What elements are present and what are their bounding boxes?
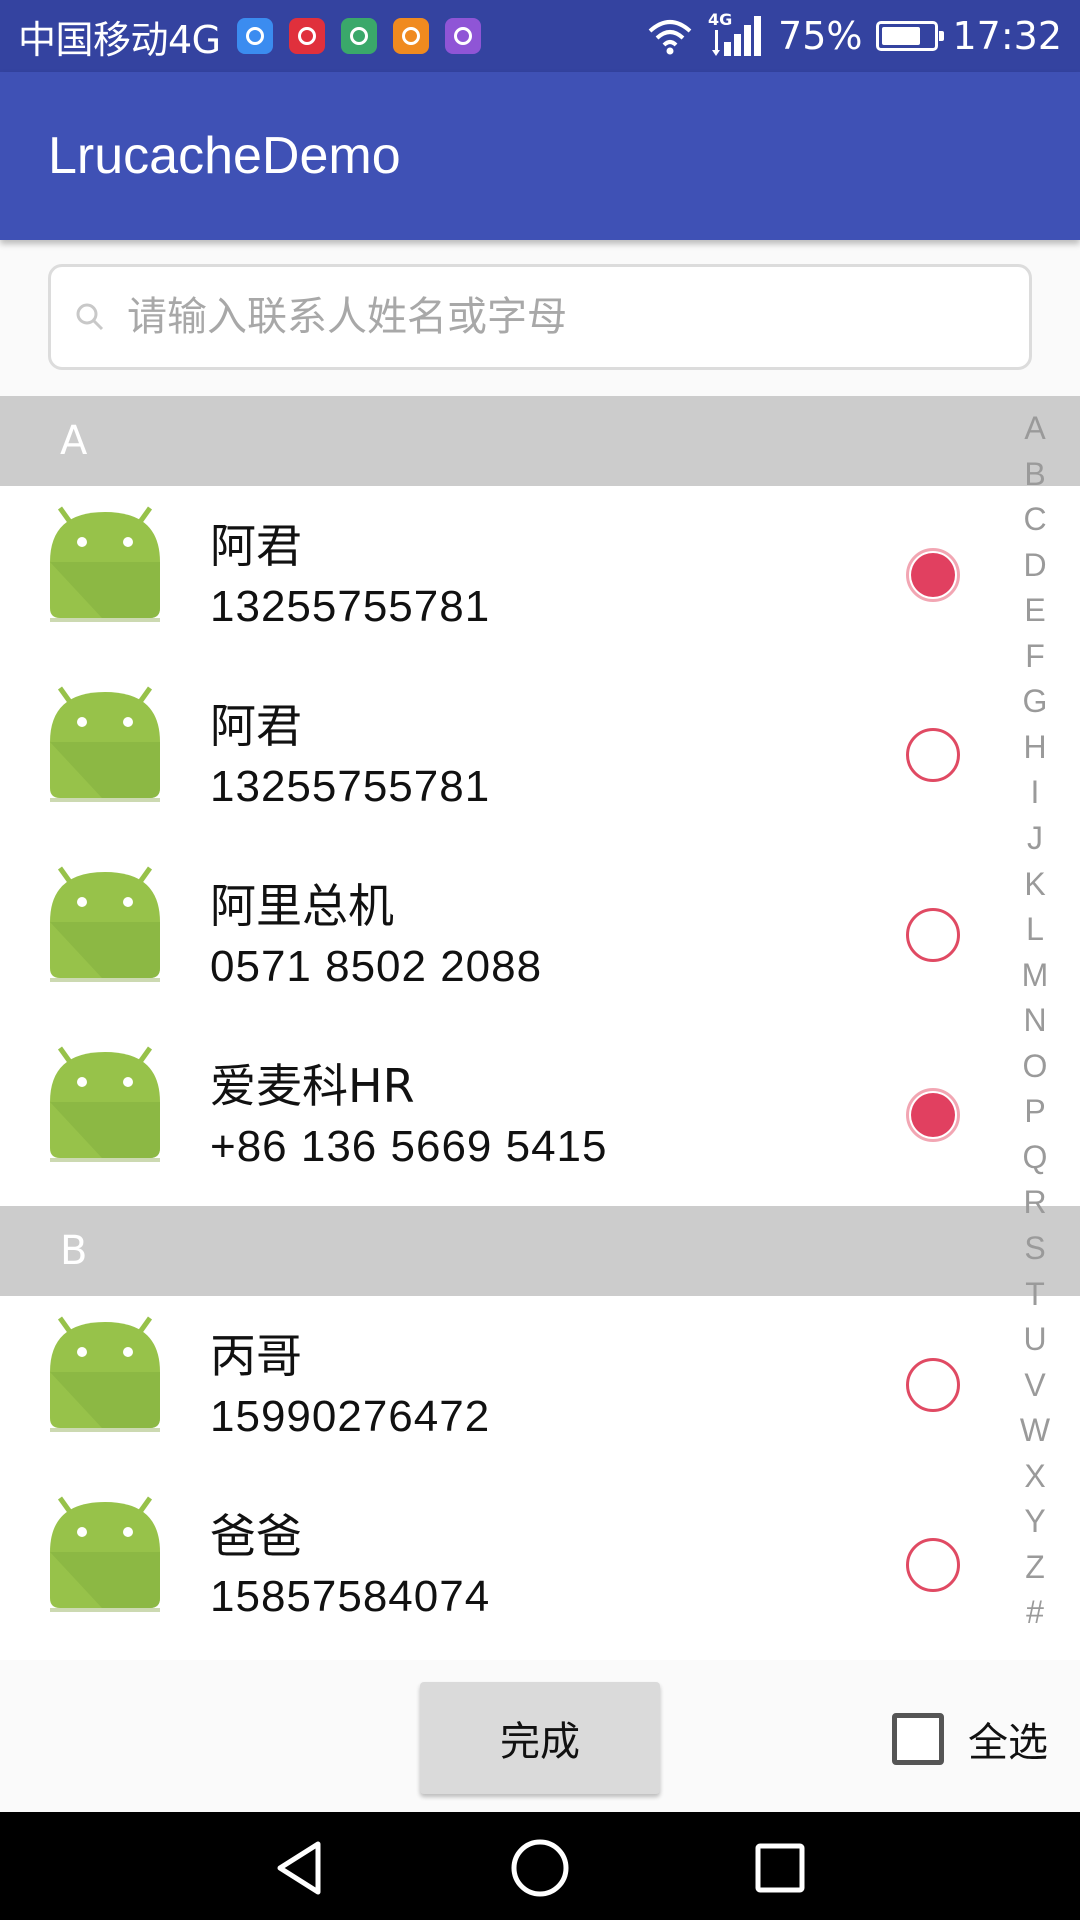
wifi-icon [648,20,692,55]
index-letter[interactable]: T [1010,1276,1060,1313]
contact-name: 丙哥 [210,1329,302,1383]
select-all-checkbox[interactable] [892,1713,944,1765]
radio-selected-dot [911,553,955,597]
index-letter[interactable]: M [1010,957,1060,994]
orange-app-icon-glyph [401,27,420,45]
shopping-bag-icon [340,18,377,54]
index-letter[interactable]: C [1010,501,1060,538]
index-letter[interactable]: D [1010,547,1060,584]
android-avatar-icon [50,686,160,802]
index-letter[interactable]: B [1010,456,1060,493]
index-letter[interactable]: A [1010,410,1060,447]
battery-percent: 75% [778,14,863,58]
contact-name: 阿君 [210,699,302,753]
index-letter[interactable]: X [1010,1458,1060,1495]
contact-select-radio[interactable] [906,1358,960,1412]
index-letter[interactable]: G [1010,683,1060,720]
status-indicators: 4G 75% 17:32 [646,10,1062,58]
alphabet-index-bar[interactable]: A B C D E F G H I J K L M N O P Q R S T U V W X Y Z # [1010,410,1060,1640]
contact-phone: 13255755781 [210,582,491,631]
index-letter[interactable]: O [1010,1048,1060,1085]
browser-icon-glyph [245,27,264,45]
signal-icon: 4G [708,10,764,58]
index-letter[interactable]: R [1010,1184,1060,1221]
orange-app-icon [392,18,429,54]
shopping-bag-icon-glyph [349,27,368,45]
index-letter[interactable]: E [1010,592,1060,629]
contact-phone: 13255755781 [210,762,491,811]
status-bar: 中国移动4G 4G 75% 17:32 [0,0,1080,72]
back-icon[interactable] [270,1838,330,1898]
browser-icon [236,18,273,54]
index-letter[interactable]: L [1010,911,1060,948]
contact-name: 爱麦科HR [210,1059,415,1113]
contact-select-radio[interactable] [906,1538,960,1592]
carrier-label: 中国移动4G [18,17,221,62]
search-box[interactable] [48,264,1032,370]
select-all-label: 全选 [968,1720,1048,1766]
contact-row[interactable]: 阿君 13255755781 [0,486,1080,666]
section-header-a: A [0,396,1080,486]
index-letter[interactable]: # [1010,1594,1060,1631]
contact-row[interactable]: 爱麦科HR +86 136 5669 5415 [0,1026,1080,1206]
contact-phone: +86 136 5669 5415 [210,1122,608,1171]
gallery-icon-glyph [453,27,472,45]
index-letter[interactable]: F [1010,638,1060,675]
contact-name: 爸爸 [210,1509,302,1563]
home-icon[interactable] [510,1838,570,1898]
contact-name: 阿君 [210,519,302,573]
index-letter[interactable]: Q [1010,1139,1060,1176]
contact-phone: 15990276472 [210,1392,491,1441]
done-button[interactable]: 完成 [420,1682,660,1794]
contact-select-radio[interactable] [906,908,960,962]
clock: 17:32 [952,14,1062,58]
contact-select-radio[interactable] [906,1088,960,1142]
index-letter[interactable]: I [1010,774,1060,811]
contact-name: 阿里总机 [210,879,394,933]
contact-row[interactable]: 阿里总机 0571 8502 2088 [0,846,1080,1026]
index-letter[interactable]: S [1010,1230,1060,1267]
index-letter[interactable]: N [1010,1002,1060,1039]
select-all-toggle[interactable]: 全选 [892,1710,1048,1768]
network-type-label: 4G [708,10,733,29]
contact-select-radio[interactable] [906,728,960,782]
contact-select-radio[interactable] [906,548,960,602]
index-letter[interactable]: W [1010,1412,1060,1449]
section-header-b: B [0,1206,1080,1296]
navigation-bar [0,1812,1080,1920]
index-letter[interactable]: U [1010,1321,1060,1358]
index-letter[interactable]: J [1010,820,1060,857]
contact-phone: 0571 8502 2088 [210,942,543,991]
index-letter[interactable]: V [1010,1367,1060,1404]
bottom-action-bar: 完成 全选 [0,1660,1080,1812]
battery-level [882,27,920,45]
contact-phone: 15857584074 [210,1572,491,1621]
index-letter[interactable]: Y [1010,1503,1060,1540]
search-input[interactable] [125,293,1029,341]
netease-music-icon-glyph [297,27,316,45]
index-letter[interactable]: Z [1010,1549,1060,1586]
android-avatar-icon [50,1046,160,1162]
index-letter[interactable]: P [1010,1093,1060,1130]
contact-row[interactable]: 丙哥 15990276472 [0,1296,1080,1476]
search-icon [76,303,104,331]
contact-row[interactable]: 阿君 13255755781 [0,666,1080,846]
android-avatar-icon [50,1316,160,1432]
gallery-icon [444,18,481,54]
contact-list[interactable]: A 阿君 13255755781 阿君 13255755781 阿里总机 0571 8502… [0,396,1080,1660]
android-avatar-icon [50,1496,160,1612]
netease-music-icon [288,18,325,54]
app-title: LrucacheDemo [48,127,401,185]
android-avatar-icon [50,506,160,622]
contact-row[interactable]: 爸爸 15857584074 [0,1476,1080,1656]
notification-icons [236,18,481,54]
recents-icon[interactable] [750,1838,810,1898]
index-letter[interactable]: K [1010,866,1060,903]
battery-icon [876,21,945,51]
android-avatar-icon [50,866,160,982]
radio-selected-dot [911,1093,955,1137]
index-letter[interactable]: H [1010,729,1060,766]
app-bar: LrucacheDemo [0,72,1080,240]
